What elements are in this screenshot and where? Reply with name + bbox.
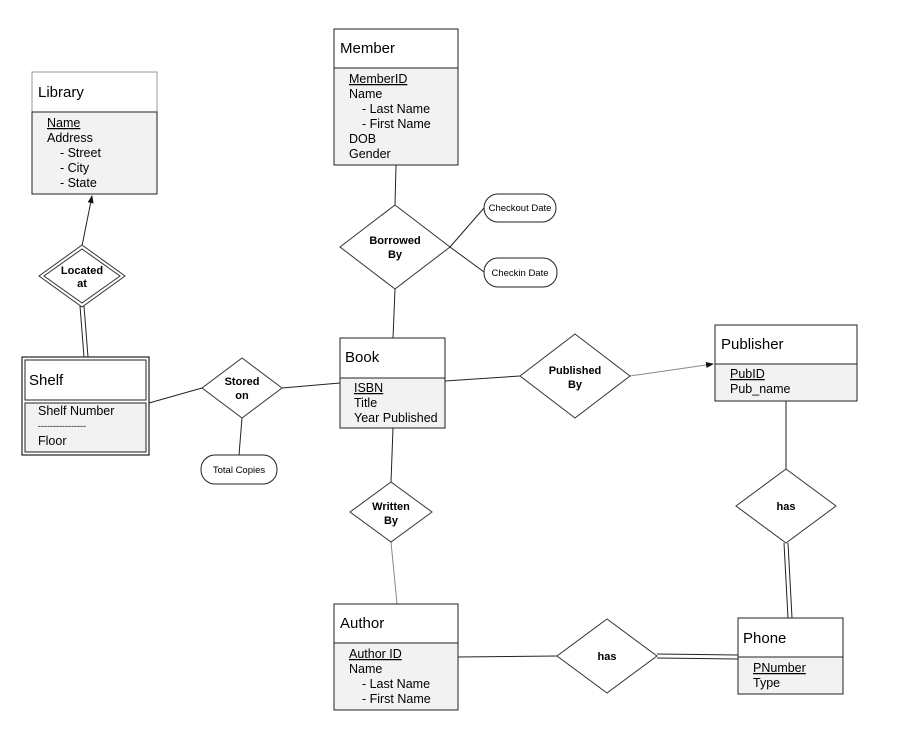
line-has-phone-a xyxy=(783,542,789,619)
relationship-published-by[interactable]: Published By xyxy=(519,333,631,419)
line-book-written xyxy=(390,427,394,483)
attribute-checkout-date[interactable]: Checkout Date xyxy=(483,193,557,223)
attribute-label: Checkin Date xyxy=(491,268,548,279)
relationship-label: Borrowed xyxy=(369,235,420,247)
relationship-label: has xyxy=(598,651,617,663)
line-borrowed-book xyxy=(392,288,396,339)
attribute: Gender xyxy=(349,147,391,161)
attribute-key: ISBN xyxy=(354,381,383,395)
attribute: Pub_name xyxy=(730,382,791,396)
relationship-label: Located xyxy=(61,265,103,277)
line-shelf-stored xyxy=(148,387,203,404)
relationship-publisher-has-phone[interactable]: has xyxy=(735,468,837,544)
attribute: - First Name xyxy=(355,117,431,131)
attribute: - Last Name xyxy=(355,677,430,691)
relationship-label: at xyxy=(77,278,87,290)
line-borrowed-checkin xyxy=(449,246,485,273)
relationship-label: on xyxy=(235,390,249,402)
relationship-borrowed-by[interactable]: Borrowed By xyxy=(339,204,451,290)
attribute: - Street xyxy=(53,146,101,160)
attribute-key: Name xyxy=(47,116,80,130)
line-located-shelf-a xyxy=(79,305,85,358)
entity-publisher[interactable]: Publisher PubID Pub_name xyxy=(714,324,858,402)
relationship-label: By xyxy=(388,249,403,261)
entity-author[interactable]: Author Author ID Name - Last Name - Firs… xyxy=(333,603,459,711)
line-published-publisher xyxy=(629,362,714,377)
attribute: Year Published xyxy=(354,411,438,425)
entity-title: Publisher xyxy=(721,336,784,353)
attribute-label: Total Copies xyxy=(213,465,266,476)
entity-book[interactable]: Book ISBN Title Year Published xyxy=(339,337,446,429)
relationship-written-by[interactable]: Written By xyxy=(349,481,433,543)
attribute: Name xyxy=(349,87,382,101)
attribute-key: MemberID xyxy=(349,72,407,86)
attribute-key: PNumber xyxy=(753,661,806,675)
entity-member[interactable]: Member MemberID Name - Last Name - First… xyxy=(333,28,459,166)
entity-title: Book xyxy=(345,349,380,366)
attribute: Type xyxy=(753,676,780,690)
entity-title: Member xyxy=(340,40,395,57)
partial-key-dash: ---------------- xyxy=(38,421,86,431)
line-has-phone-c xyxy=(656,653,739,656)
line-has-phone-d xyxy=(656,657,739,660)
attribute: Address xyxy=(47,131,93,145)
attribute: Name xyxy=(349,662,382,676)
attribute: - Last Name xyxy=(355,102,430,116)
relationship-author-has-phone[interactable]: has xyxy=(556,618,658,694)
er-diagram: Library Name Address - Street - City - S… xyxy=(21,28,858,711)
line-member-borrowed xyxy=(394,164,397,206)
attribute: DOB xyxy=(349,132,376,146)
entity-library[interactable]: Library Name Address - Street - City - S… xyxy=(31,71,158,195)
line-stored-book xyxy=(281,382,341,389)
attribute-total-copies[interactable]: Total Copies xyxy=(200,454,278,485)
entity-title: Library xyxy=(38,84,84,101)
line-author-has xyxy=(457,655,558,658)
attribute: Title xyxy=(354,396,377,410)
line-book-published xyxy=(444,375,521,382)
line-borrowed-checkout xyxy=(449,207,485,248)
attribute-label: Checkout Date xyxy=(489,203,552,214)
line-located-shelf-b xyxy=(83,305,89,358)
relationship-located-at[interactable]: Located at xyxy=(38,244,126,308)
attribute-key: Author ID xyxy=(349,647,402,661)
line-written-author xyxy=(390,541,398,605)
line-has-phone-b xyxy=(787,542,793,619)
attribute: - First Name xyxy=(355,692,431,706)
attribute: - State xyxy=(53,176,97,190)
entity-shelf[interactable]: Shelf Shelf Number ---------------- Floo… xyxy=(21,356,150,456)
attribute-key: PubID xyxy=(730,367,765,381)
relationship-label: Written xyxy=(372,501,410,513)
line-located-library xyxy=(81,195,94,247)
relationship-stored-on[interactable]: Stored on xyxy=(201,357,283,419)
relationship-label: Published xyxy=(549,365,602,377)
entity-phone[interactable]: Phone PNumber Type xyxy=(737,617,844,695)
relationship-label: By xyxy=(568,379,583,391)
line-stored-totalcopies xyxy=(238,417,243,456)
attribute-partial-key: Shelf Number xyxy=(38,404,114,418)
entity-title: Author xyxy=(340,615,384,632)
attribute: Floor xyxy=(38,434,66,448)
relationship-label: By xyxy=(384,515,399,527)
attribute-checkin-date[interactable]: Checkin Date xyxy=(483,257,558,288)
relationship-label: has xyxy=(777,501,796,513)
entity-title: Phone xyxy=(743,630,786,647)
attribute: - City xyxy=(53,161,90,175)
entity-title: Shelf xyxy=(29,372,64,389)
relationship-label: Stored xyxy=(225,376,260,388)
